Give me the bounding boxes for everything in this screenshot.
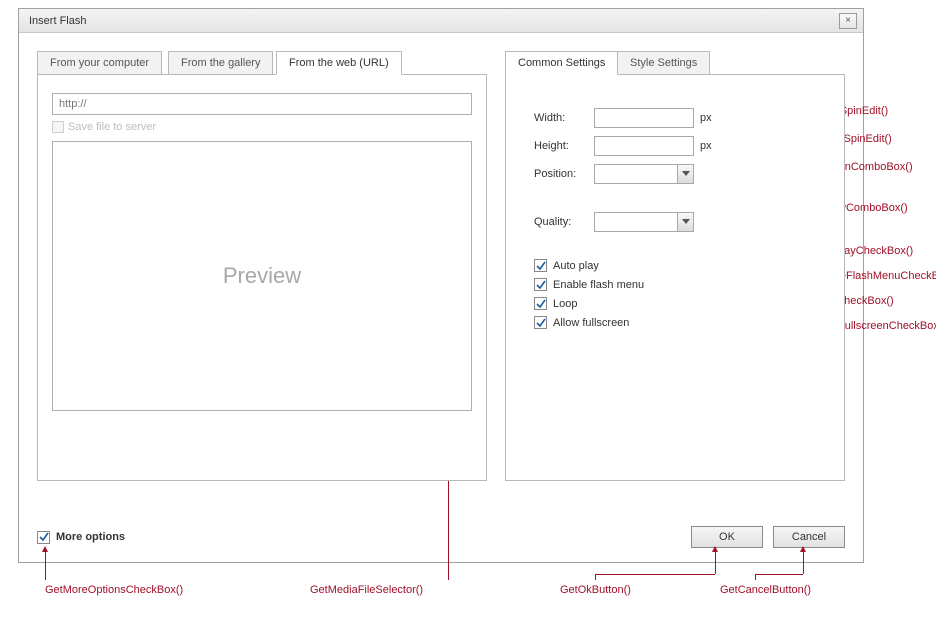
- annotation-line: [45, 552, 46, 580]
- tab-style-settings[interactable]: Style Settings: [617, 51, 710, 75]
- cancel-button[interactable]: Cancel: [773, 526, 845, 548]
- save-file-checkbox: [52, 121, 64, 133]
- tab-from-gallery[interactable]: From the gallery: [168, 51, 273, 75]
- annotation-line: [755, 574, 803, 575]
- bottom-bar: More options OK Cancel: [37, 526, 845, 548]
- annotation-line: [595, 574, 715, 575]
- quality-label: Quality:: [534, 216, 594, 228]
- annotation-line: [755, 574, 756, 580]
- save-file-label: Save file to server: [68, 121, 156, 133]
- annotation-ok: GetOkButton(): [560, 584, 631, 596]
- annotation-line: [715, 552, 716, 574]
- tab-common-settings[interactable]: Common Settings: [505, 51, 618, 75]
- close-button[interactable]: ×: [839, 13, 857, 29]
- quality-combobox[interactable]: [594, 212, 694, 232]
- enable-flash-menu-label: Enable flash menu: [553, 279, 644, 291]
- common-settings-tabpanel: Width: px Height: px Position:: [505, 74, 845, 481]
- height-input[interactable]: [594, 136, 694, 156]
- close-icon: ×: [845, 15, 851, 26]
- chevron-down-icon: [677, 213, 693, 231]
- more-options-label: More options: [56, 531, 125, 543]
- position-combobox[interactable]: [594, 164, 694, 184]
- media-file-selector: From your computer From the gallery From…: [37, 51, 487, 481]
- save-file-row: Save file to server: [52, 121, 472, 133]
- annotation-line: [595, 574, 596, 580]
- more-options-checkbox[interactable]: [37, 531, 50, 544]
- allow-fullscreen-label: Allow fullscreen: [553, 317, 629, 329]
- chevron-down-icon: [677, 165, 693, 183]
- height-label: Height:: [534, 140, 594, 152]
- width-input[interactable]: [594, 108, 694, 128]
- preview-placeholder: Preview: [223, 263, 301, 289]
- annotation-moreoptions: GetMoreOptionsCheckBox(): [45, 584, 183, 596]
- annotation-cancel: GetCancelButton(): [720, 584, 811, 596]
- annotation-line: [803, 552, 804, 574]
- enable-flash-menu-checkbox[interactable]: [534, 278, 547, 291]
- autoplay-checkbox[interactable]: [534, 259, 547, 272]
- annotation-mediafile: GetMediaFileSelector(): [310, 584, 423, 596]
- autoplay-label: Auto play: [553, 260, 599, 272]
- width-unit: px: [700, 112, 712, 124]
- source-tabpanel: Save file to server Preview: [37, 74, 487, 481]
- loop-checkbox[interactable]: [534, 297, 547, 310]
- url-input[interactable]: [52, 93, 472, 115]
- insert-flash-dialog: Insert Flash × From your computer From t…: [18, 8, 864, 563]
- dialog-body: From your computer From the gallery From…: [19, 33, 863, 562]
- height-unit: px: [700, 140, 712, 152]
- preview-area: Preview: [52, 141, 472, 411]
- annotation-line: [448, 471, 449, 580]
- tab-from-computer[interactable]: From your computer: [37, 51, 162, 75]
- source-tabstrip: From your computer From the gallery From…: [37, 51, 487, 75]
- dialog-title: Insert Flash: [29, 15, 839, 27]
- ok-button[interactable]: OK: [691, 526, 763, 548]
- settings-tabstrip: Common Settings Style Settings: [505, 51, 845, 75]
- allow-fullscreen-checkbox[interactable]: [534, 316, 547, 329]
- loop-label: Loop: [553, 298, 577, 310]
- position-label: Position:: [534, 168, 594, 180]
- titlebar: Insert Flash ×: [19, 9, 863, 33]
- tab-from-web[interactable]: From the web (URL): [276, 51, 402, 75]
- settings-panel: Common Settings Style Settings Width: px…: [505, 51, 845, 481]
- width-label: Width:: [534, 112, 594, 124]
